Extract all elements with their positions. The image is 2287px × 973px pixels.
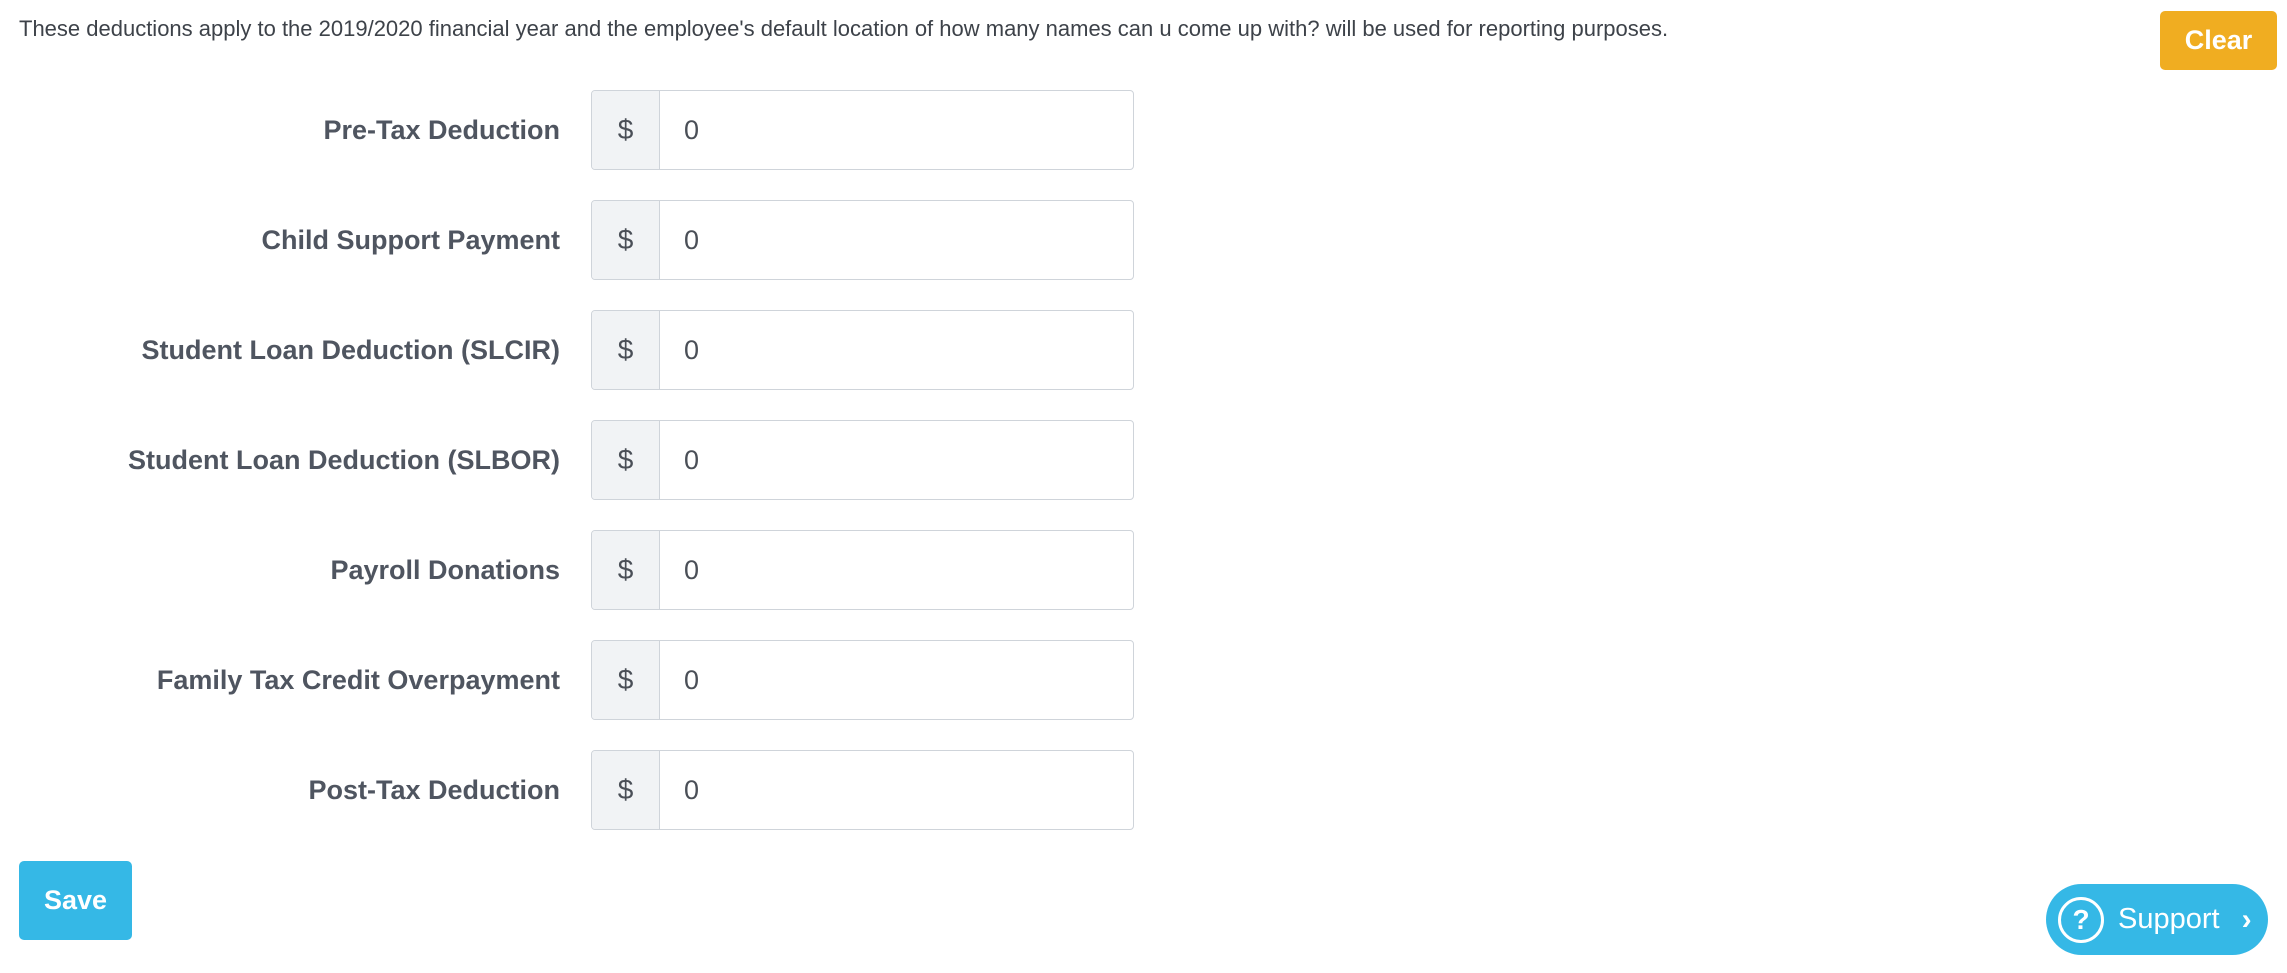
currency-addon: $: [592, 91, 660, 169]
support-button[interactable]: ? Support ›: [2046, 884, 2268, 955]
field-label: Student Loan Deduction (SLBOR): [128, 445, 560, 475]
chevron-right-icon: ›: [2241, 902, 2252, 936]
field-label: Child Support Payment: [261, 225, 560, 255]
pre-tax-deduction-field: $: [591, 90, 1134, 170]
deductions-notice: These deductions apply to the 2019/2020 …: [19, 16, 1669, 41]
field-row-payroll-donations: Payroll Donations $: [0, 530, 1140, 610]
family-tax-credit-input[interactable]: [660, 641, 1133, 719]
student-loan-slcir-field: $: [591, 310, 1134, 390]
payroll-donations-field: $: [591, 530, 1134, 610]
question-circle-icon: ?: [2058, 896, 2104, 943]
pre-tax-deduction-input[interactable]: [660, 91, 1133, 169]
save-button[interactable]: Save: [19, 861, 132, 940]
field-row-slbor: Student Loan Deduction (SLBOR) $: [0, 420, 1140, 500]
field-label: Pre-Tax Deduction: [323, 115, 560, 145]
currency-addon: $: [592, 201, 660, 279]
field-label: Family Tax Credit Overpayment: [156, 665, 560, 695]
field-row-slcir: Student Loan Deduction (SLCIR) $: [0, 310, 1140, 390]
deductions-form: Pre-Tax Deduction $ Child Support Paymen…: [0, 90, 1140, 860]
support-label: Support: [2118, 903, 2220, 935]
field-row-child-support: Child Support Payment $: [0, 200, 1140, 280]
student-loan-slbor-field: $: [591, 420, 1134, 500]
field-label: Student Loan Deduction (SLCIR): [141, 335, 560, 365]
child-support-payment-field: $: [591, 200, 1134, 280]
field-label: Post-Tax Deduction: [308, 775, 560, 805]
field-row-family-tax-credit: Family Tax Credit Overpayment $: [0, 640, 1140, 720]
deductions-page: These deductions apply to the 2019/2020 …: [0, 0, 2287, 973]
family-tax-credit-field: $: [591, 640, 1134, 720]
currency-addon: $: [592, 311, 660, 389]
field-row-post-tax: Post-Tax Deduction $: [0, 750, 1140, 830]
student-loan-slcir-input[interactable]: [660, 311, 1133, 389]
post-tax-deduction-field: $: [591, 750, 1134, 830]
currency-addon: $: [592, 641, 660, 719]
currency-addon: $: [592, 751, 660, 829]
payroll-donations-input[interactable]: [660, 531, 1133, 609]
currency-addon: $: [592, 531, 660, 609]
student-loan-slbor-input[interactable]: [660, 421, 1133, 499]
post-tax-deduction-input[interactable]: [660, 751, 1133, 829]
currency-addon: $: [592, 421, 660, 499]
child-support-payment-input[interactable]: [660, 201, 1133, 279]
field-label: Payroll Donations: [330, 555, 560, 585]
clear-button[interactable]: Clear: [2160, 11, 2277, 70]
field-row-pre-tax: Pre-Tax Deduction $: [0, 90, 1140, 170]
